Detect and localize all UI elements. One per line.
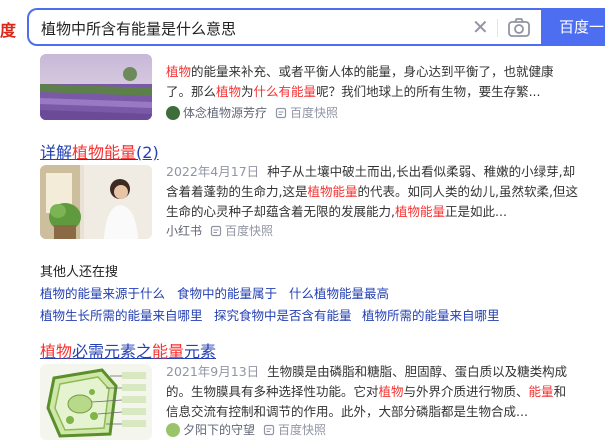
result-1-thumbnail[interactable] (40, 54, 152, 120)
related-searches-heading: 其他人还在搜 (40, 265, 119, 280)
search-box[interactable]: ✕ (27, 8, 541, 46)
related-link-4[interactable]: 植物生长所需的能量来自哪里 (40, 305, 203, 324)
result-3-date: 2021年9月13日 (166, 364, 260, 379)
lavender-field-image (40, 54, 152, 120)
related-link-3[interactable]: 什么植物能量最高 (289, 283, 389, 302)
result-2-thumbnail[interactable] (40, 165, 152, 239)
woman-plant-image (40, 165, 152, 239)
baidu-logo-fragment[interactable]: 度 (0, 17, 16, 41)
source-avatar-icon (166, 423, 180, 437)
result-3-thumbnail[interactable] (40, 364, 152, 440)
related-link-2[interactable]: 食物中的能量属于 (177, 283, 277, 302)
source-name[interactable]: 体念植物源芳疗 (183, 106, 267, 120)
search-divider (497, 19, 498, 37)
related-link-1[interactable]: 植物的能量来源于什么 (40, 283, 165, 302)
result-2-title[interactable]: 详解植物能量(2) (40, 139, 159, 163)
result-3-title[interactable]: 植物必需元素之能量元素 (40, 338, 216, 362)
result-1-source: 体念植物源芳疗 百度快照 (166, 104, 338, 122)
related-link-6[interactable]: 植物所需的能量来自哪里 (362, 305, 500, 324)
result-2-abstract: 2022年4月17日 种子从土壤中破土而出,长出看似柔弱、稚嫩的小绿芽,却 含着… (166, 164, 578, 219)
source-name[interactable]: 夕阳下的守望 (183, 423, 255, 437)
search-button[interactable]: 百度一 (541, 8, 605, 46)
search-header: 度 ✕ 百度一 (0, 0, 605, 56)
result-2-source: 小红书 百度快照 (166, 222, 273, 240)
result-3-source: 夕阳下的守望 百度快照 (166, 421, 326, 439)
snapshot-icon (263, 424, 275, 436)
plant-cell-diagram-image (40, 364, 152, 440)
result-2-date: 2022年4月17日 (166, 164, 260, 179)
snapshot-icon (210, 225, 222, 237)
snapshot-link[interactable]: 百度快照 (290, 106, 338, 120)
snapshot-link[interactable]: 百度快照 (278, 423, 326, 437)
snapshot-link[interactable]: 百度快照 (225, 224, 273, 238)
snapshot-icon (275, 107, 287, 119)
camera-icon[interactable] (507, 17, 531, 39)
result-3-abstract: 2021年9月13日 生物膜是由磷脂和糖脂、胆固醇、蛋白质以及糖类构成 的。生物… (166, 364, 568, 419)
source-name[interactable]: 小红书 (166, 224, 202, 238)
close-icon[interactable]: ✕ (472, 15, 489, 39)
result-1-abstract: 植物的能量来补充、或者平衡人体的能量，身心达到平衡了，也就健康 了。那么植物为什… (166, 64, 554, 99)
search-input[interactable] (41, 17, 461, 39)
related-link-5[interactable]: 探究食物中是否含有能量 (214, 305, 352, 324)
source-avatar-icon (166, 106, 180, 120)
